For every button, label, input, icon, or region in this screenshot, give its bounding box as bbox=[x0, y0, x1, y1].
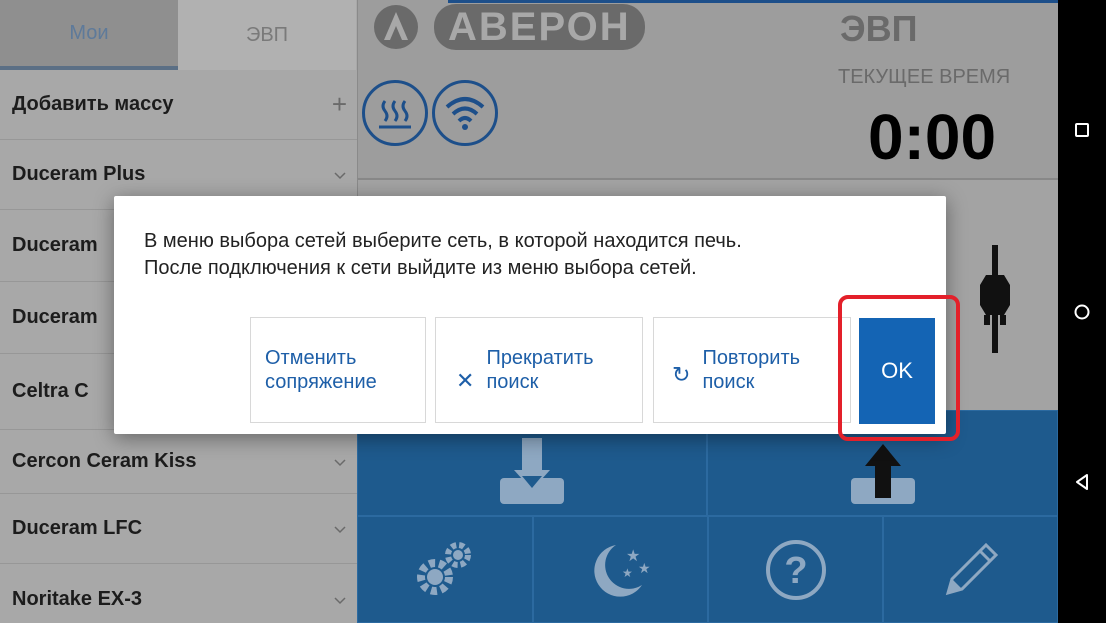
recent-apps-button[interactable] bbox=[1058, 110, 1106, 150]
cancel-pairing-button[interactable]: Отменить сопряжение bbox=[250, 317, 426, 423]
refresh-icon: ↻ bbox=[672, 362, 691, 387]
circle-icon bbox=[1074, 304, 1090, 320]
retry-search-button[interactable]: ↻ Повторить поиск bbox=[653, 317, 851, 423]
cancel-pairing-label-line-1: Отменить bbox=[265, 347, 357, 369]
app-window: Мои ЭВП Добавить массу + Duceram Plus Du… bbox=[0, 0, 1058, 623]
home-button[interactable] bbox=[1058, 292, 1106, 332]
highlight-frame bbox=[838, 295, 960, 441]
android-nav-bar bbox=[1058, 0, 1106, 623]
dialog-message-line-1: В меню выбора сетей выберите сеть, в кот… bbox=[144, 230, 742, 252]
retry-search-label: Повторить поиск bbox=[702, 346, 800, 394]
stop-search-label-line-1: Прекратить bbox=[486, 347, 594, 369]
cancel-pairing-label-line-2: сопряжение bbox=[265, 371, 377, 393]
stop-search-label-line-2: поиск bbox=[486, 371, 539, 393]
retry-search-label-line-2: поиск bbox=[702, 371, 755, 393]
network-pairing-dialog: В меню выбора сетей выберите сеть, в кот… bbox=[114, 196, 946, 434]
stop-search-button[interactable]: ✕ Прекратить поиск bbox=[435, 317, 643, 423]
stop-search-label: Прекратить поиск bbox=[486, 346, 593, 394]
close-icon: ✕ bbox=[456, 368, 475, 393]
dialog-message-line-2: После подключения к сети выйдите из меню… bbox=[144, 257, 697, 279]
back-triangle-icon bbox=[1076, 474, 1088, 490]
back-button[interactable] bbox=[1058, 462, 1106, 502]
square-icon bbox=[1075, 123, 1089, 137]
retry-search-label-line-1: Повторить bbox=[702, 347, 801, 369]
cancel-pairing-label: Отменить сопряжение bbox=[265, 346, 377, 394]
dialog-message: В меню выбора сетей выберите сеть, в кот… bbox=[144, 228, 742, 282]
